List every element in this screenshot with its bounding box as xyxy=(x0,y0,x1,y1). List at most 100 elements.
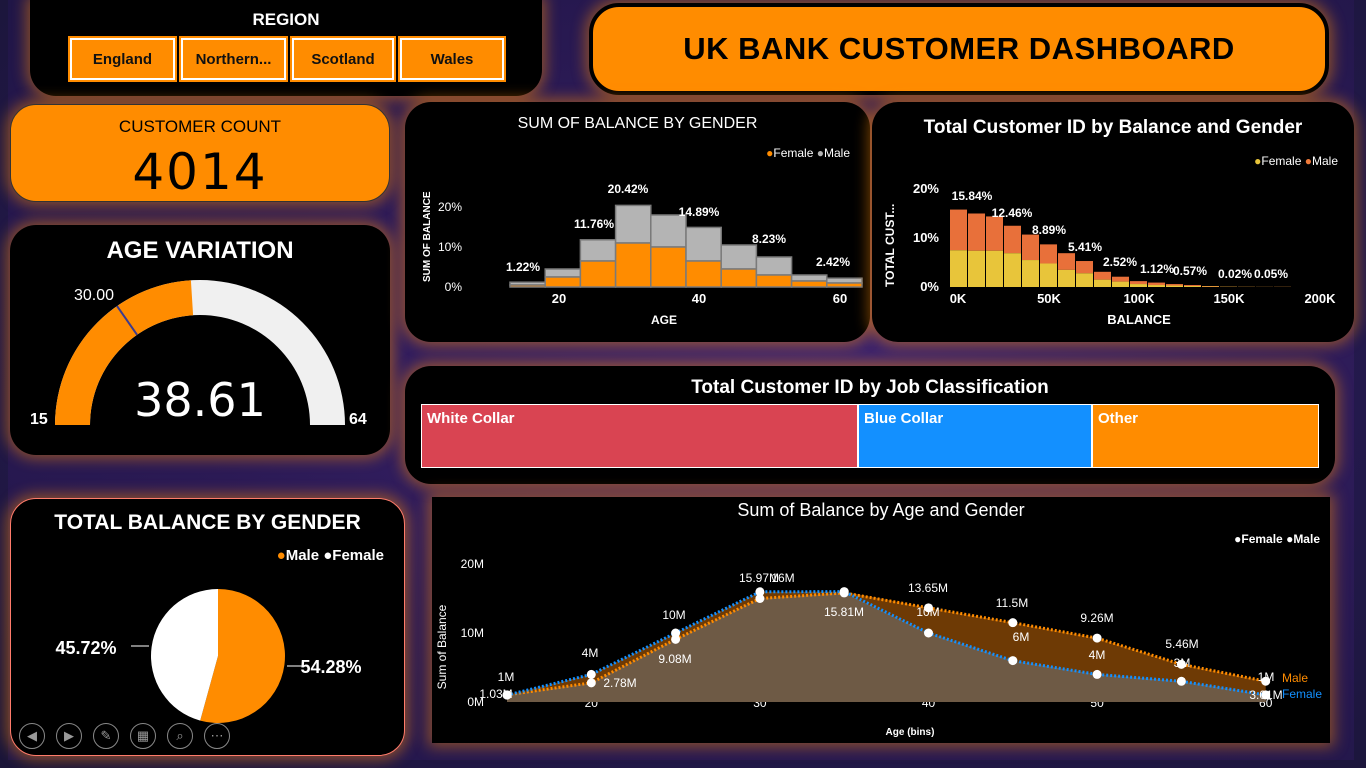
sbg-bar-female xyxy=(720,268,758,288)
job-classification-card: Total Customer ID by Job Classification … xyxy=(405,366,1335,484)
tcb-bar-male xyxy=(950,209,967,251)
tcb-bar-male xyxy=(1166,284,1183,286)
pen-icon[interactable]: ✎ xyxy=(93,723,119,749)
sba-point-label: 1M xyxy=(1258,670,1275,684)
sbg-bar-male xyxy=(579,239,617,262)
tcb-xtick-100k: 100K xyxy=(1123,291,1155,306)
sbg-bar-female xyxy=(826,282,863,288)
sba-point-label: 6M xyxy=(1013,630,1030,644)
more-icon[interactable]: ⋯ xyxy=(204,723,230,749)
customer-count-value: 4014 xyxy=(132,143,268,201)
sbg-bar-female xyxy=(579,260,617,288)
sba-point-label: 4M xyxy=(582,646,599,660)
tcb-bar-male xyxy=(1004,225,1021,254)
sbg-label-1: 1.22% xyxy=(506,260,540,274)
sba-point-label: 9.08M xyxy=(658,652,691,666)
sba-point-male[interactable] xyxy=(1008,618,1018,628)
tcb-bar-male xyxy=(1184,285,1201,287)
play-icon[interactable]: ▶ xyxy=(56,723,82,749)
total-balance-gender-card: TOTAL BALANCE BY GENDER ●Male ●Female 45… xyxy=(10,498,405,756)
tcb-bar-male xyxy=(1112,276,1129,282)
sbg-ytick-0: 0% xyxy=(445,280,463,294)
sba-point-female[interactable] xyxy=(1176,676,1186,686)
tcb-ylabel: TOTAL CUST... xyxy=(883,204,897,287)
tcb-ytick-20: 20% xyxy=(913,181,939,196)
region-title: REGION xyxy=(252,10,320,29)
sba-point-label: 9.26M xyxy=(1080,611,1113,625)
job-white-collar[interactable]: White Collar xyxy=(421,404,858,468)
customer-count-label: CUSTOMER COUNT xyxy=(118,117,282,136)
tcb-bar-female xyxy=(1022,260,1039,287)
tcb-bar-female xyxy=(1094,279,1111,287)
sba-chart: Sum of Balance Age (bins) 20M 10M 0M 20 3… xyxy=(435,557,1322,738)
region-slicer: REGION England Northern... Scotland Wale… xyxy=(30,0,542,96)
tcb-xtick-200k: 200K xyxy=(1304,291,1336,306)
pie-label-male: 54.28% xyxy=(300,657,361,677)
sbg-bar-female xyxy=(614,242,652,288)
sba-ytick-20m: 20M xyxy=(461,557,484,571)
region-northern-button[interactable]: Northern... xyxy=(179,36,288,82)
tcb-bar-male xyxy=(1094,271,1111,280)
tcb-label-7: 0.57% xyxy=(1173,264,1207,278)
tcb-chart: TOTAL CUST... BALANCE 20% 10% 0% 0K 50K … xyxy=(883,181,1336,327)
tcb-bar-male xyxy=(986,216,1003,251)
sba-point-male[interactable] xyxy=(839,588,849,598)
sbg-xlabel: AGE xyxy=(651,313,677,327)
sbg-xtick-40: 40 xyxy=(692,291,706,306)
sbg-bar-male xyxy=(650,214,687,248)
tcb-label-5: 2.52% xyxy=(1103,255,1137,269)
sbg-bar-female xyxy=(544,276,582,288)
sba-point-female[interactable] xyxy=(1092,669,1102,679)
region-england-button[interactable]: England xyxy=(68,36,177,82)
sba-end-female: Female xyxy=(1282,687,1322,701)
gauge-max: 64 xyxy=(349,411,367,428)
zoom-icon[interactable]: ⌕ xyxy=(167,723,193,749)
sba-point-label: 16M xyxy=(771,571,794,585)
back-icon[interactable]: ◀ xyxy=(19,723,45,749)
sba-point-male[interactable] xyxy=(1092,633,1102,643)
tcb-bar-female xyxy=(968,250,985,287)
sba-point-female[interactable] xyxy=(924,628,933,638)
sba-point-male[interactable] xyxy=(755,594,765,603)
tcb-ytick-0: 0% xyxy=(920,279,939,294)
sbg-ytick-10: 10% xyxy=(438,240,462,254)
sba-point-male[interactable] xyxy=(671,634,681,644)
grid-icon[interactable]: ▦ xyxy=(130,723,156,749)
tcb-bar-female xyxy=(950,250,967,287)
sbg-label-5: 8.23% xyxy=(752,232,786,246)
tcb-bar-female xyxy=(1040,263,1057,287)
tcb-bar-female xyxy=(1112,281,1129,287)
gauge-target-label: 30.00 xyxy=(74,287,115,304)
sbg-bar-female xyxy=(685,260,722,288)
tcb-bar-male xyxy=(1130,281,1147,285)
sba-point-label: 11.5M xyxy=(996,596,1028,610)
sbg-bar-female xyxy=(790,280,828,288)
region-wales-button[interactable]: Wales xyxy=(398,36,506,82)
sba-point-label: 1M xyxy=(498,670,515,684)
sbg-label-3: 20.42% xyxy=(608,182,649,196)
tcb-xtick-150k: 150K xyxy=(1213,291,1245,306)
sbg-bar-male xyxy=(544,268,582,278)
tcb-label-8: 0.02% xyxy=(1218,267,1252,281)
tcb-label-6: 1.12% xyxy=(1140,262,1174,276)
tcb-xtick-50k: 50K xyxy=(1037,291,1061,306)
region-scotland-button[interactable]: Scotland xyxy=(290,36,396,82)
tcb-bar-female xyxy=(1076,273,1093,287)
tcb-bar-female xyxy=(1166,285,1183,287)
job-blue-collar[interactable]: Blue Collar xyxy=(858,404,1092,468)
job-other-label: Other xyxy=(1098,410,1139,427)
sbg-xtick-20: 20 xyxy=(552,291,566,306)
tcb-bar-male xyxy=(1022,234,1039,261)
sbg-ytick-20: 20% xyxy=(438,200,462,214)
sba-point-male[interactable] xyxy=(586,678,596,688)
sbg-bar-female xyxy=(509,284,546,288)
sbg-bar-male xyxy=(685,226,722,262)
sba-point-female[interactable] xyxy=(1008,656,1018,666)
sba-xlabel: Age (bins) xyxy=(886,727,935,738)
tcb-bar-female xyxy=(1058,269,1075,287)
job-other[interactable]: Other xyxy=(1092,404,1319,468)
nav-dock: ◀ ▶ ✎ ▦ ⌕ ⋯ xyxy=(19,723,230,749)
sba-point-female[interactable] xyxy=(586,669,596,679)
tcb-bar-female xyxy=(1184,286,1201,287)
sba-point-label: 13.65M xyxy=(908,581,948,595)
